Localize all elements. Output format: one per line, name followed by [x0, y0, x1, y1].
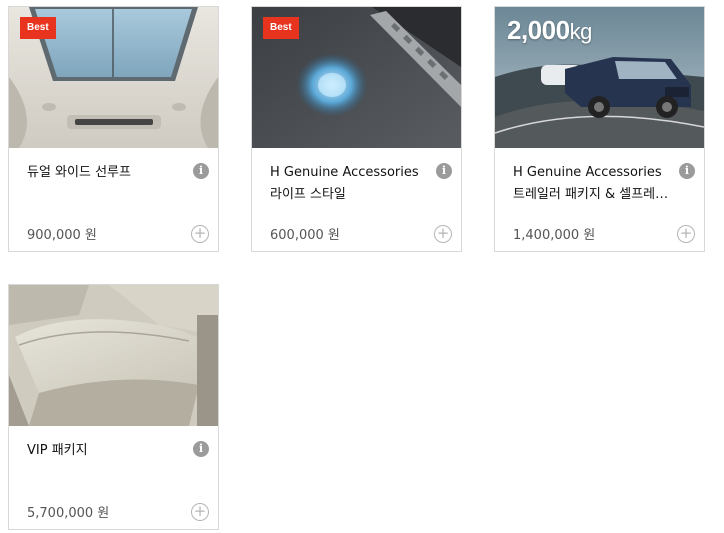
product-image-vip[interactable]: [9, 285, 218, 426]
add-icon[interactable]: +: [191, 225, 209, 243]
tow-capacity-unit: kg: [569, 19, 593, 44]
product-card-dual-sunroof[interactable]: Best 듀얼 와이드 선루프 i 900,000 원 +: [8, 6, 219, 252]
add-icon[interactable]: +: [677, 225, 695, 243]
product-price: 900,000 원: [27, 228, 97, 243]
tow-capacity-label: 2,000kg: [507, 15, 592, 46]
product-price: 5,700,000 원: [27, 506, 110, 521]
tow-capacity-value: 2,000: [507, 15, 570, 45]
product-price: 600,000 원: [270, 228, 340, 243]
info-icon[interactable]: i: [193, 163, 209, 179]
info-icon[interactable]: i: [193, 441, 209, 457]
info-icon[interactable]: i: [679, 163, 695, 179]
product-name[interactable]: VIP 패키지: [27, 440, 187, 462]
info-icon[interactable]: i: [436, 163, 452, 179]
add-icon[interactable]: +: [191, 503, 209, 521]
product-name[interactable]: H Genuine Accessories 라이프 스타일: [270, 162, 430, 206]
product-card-lifestyle[interactable]: Best H Genuine Accessories 라이프 스타일 i 600…: [251, 6, 462, 252]
product-name[interactable]: H Genuine Accessories 트레일러 패키지 & 셀프레벨라…: [513, 162, 673, 206]
best-badge: Best: [20, 17, 56, 39]
add-icon[interactable]: +: [434, 225, 452, 243]
best-badge: Best: [263, 17, 299, 39]
product-name[interactable]: 듀얼 와이드 선루프: [27, 162, 187, 184]
product-price: 1,400,000 원: [513, 228, 596, 243]
product-card-trailer-package[interactable]: 2,000kg H Genuine Accessories 트레일러 패키지 &…: [494, 6, 705, 252]
product-card-vip-package[interactable]: VIP 패키지 i 5,700,000 원 +: [8, 284, 219, 530]
